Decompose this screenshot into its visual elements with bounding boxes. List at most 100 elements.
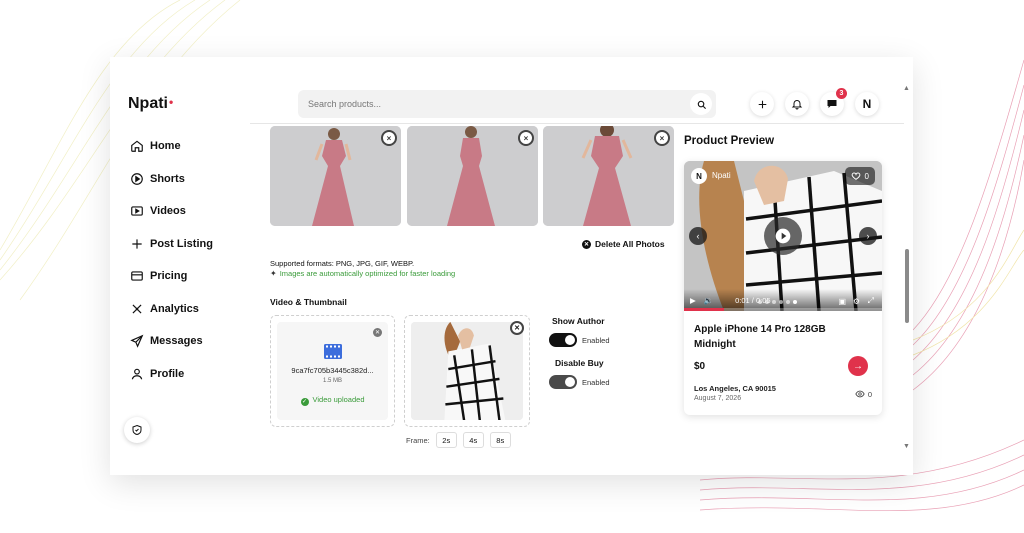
home-icon: [130, 139, 144, 153]
video-upload-status: ✓ Video uploaded: [300, 395, 365, 406]
supported-formats-text: Supported formats: PNG, JPG, GIF, WEBP.: [270, 259, 415, 268]
volume-icon[interactable]: 🔉: [704, 296, 713, 305]
video-progress-fill: [684, 308, 724, 311]
scroll-down-arrow[interactable]: ▼: [903, 443, 910, 450]
sidebar-nav: Home Shorts Videos Post Listing Pricing …: [130, 130, 213, 390]
frame-option-4s[interactable]: 4s: [462, 432, 484, 448]
optimized-text: Images are automatically optimized for f…: [279, 269, 456, 278]
captions-icon[interactable]: ▣: [838, 297, 846, 306]
like-count: 0: [864, 171, 869, 181]
search-icon: [697, 100, 706, 109]
gear-icon[interactable]: ⚙: [853, 297, 860, 306]
thumbnail-box[interactable]: ✕: [404, 315, 530, 427]
sidebar-item-label: Post Listing: [150, 237, 213, 250]
sidebar: Npati• Home Shorts Videos Post Listing P…: [110, 57, 250, 475]
sidebar-item-label: Profile: [150, 367, 185, 380]
sidebar-item-label: Shorts: [150, 172, 185, 185]
like-button[interactable]: 0: [844, 167, 875, 185]
product-photo[interactable]: ×: [270, 126, 401, 226]
sidebar-item-label: Analytics: [150, 302, 199, 315]
sidebar-item-profile[interactable]: Profile: [130, 358, 213, 391]
video-icon: [130, 204, 144, 218]
scroll-up-arrow[interactable]: ▲: [903, 85, 910, 92]
previous-button[interactable]: ‹: [689, 227, 707, 245]
show-author-state: Enabled: [582, 336, 610, 345]
delete-all-photos-button[interactable]: ✕ Delete All Photos: [582, 239, 665, 249]
chevron-left-icon: ‹: [696, 231, 700, 241]
header-divider: [250, 123, 904, 124]
avatar[interactable]: N: [855, 92, 879, 116]
disable-buy-toggle[interactable]: [549, 375, 577, 389]
video-upload-box[interactable]: ✕ 9ca7fc705b3445c382d... 1.5 MB ✓ Video u…: [270, 315, 395, 427]
search-bar: [298, 90, 716, 118]
frame-selector: Frame: 2s 4s 8s: [406, 432, 511, 448]
add-button[interactable]: [750, 92, 774, 116]
product-price: $0: [694, 361, 706, 372]
sidebar-item-label: Videos: [150, 205, 186, 218]
optimized-note: ✦ Images are automatically optimized for…: [270, 269, 455, 278]
sidebar-item-label: Messages: [150, 335, 203, 348]
product-location: Los Angeles, CA 90015: [694, 384, 776, 393]
send-icon: [130, 334, 144, 348]
play-small-icon[interactable]: ▶: [690, 296, 696, 305]
close-icon: ✕: [582, 239, 591, 249]
product-name: Apple iPhone 14 Pro 128GB Midnight: [694, 324, 826, 350]
remove-video-button[interactable]: ✕: [373, 328, 382, 337]
frame-label: Frame:: [406, 435, 430, 445]
sidebar-item-messages[interactable]: Messages: [130, 325, 213, 358]
remove-photo-button[interactable]: ×: [381, 130, 397, 146]
bell-icon: [791, 100, 803, 110]
security-button[interactable]: [124, 417, 150, 443]
sidebar-item-shorts[interactable]: Shorts: [130, 163, 213, 196]
video-player[interactable]: N Npati 0 ‹ › ▶ 🔉 0:01 / 0:05 ▣ ⚙ ⤢: [684, 161, 882, 311]
model-image: [411, 322, 523, 420]
fullscreen-icon[interactable]: ⤢: [868, 296, 874, 306]
plus-icon: [758, 100, 766, 108]
product-photo[interactable]: ×: [543, 126, 674, 226]
sidebar-item-post-listing[interactable]: Post Listing: [130, 228, 213, 261]
scrollbar-thumb[interactable]: [905, 249, 909, 323]
notifications-button[interactable]: [785, 92, 809, 116]
frame-option-8s[interactable]: 8s: [489, 432, 511, 448]
heart-icon: [851, 172, 860, 180]
disable-buy-label: Disable Buy: [555, 358, 604, 368]
search-button[interactable]: [690, 93, 712, 115]
sidebar-item-analytics[interactable]: Analytics: [130, 293, 213, 326]
app-window: Npati• Home Shorts Videos Post Listing P…: [110, 57, 913, 475]
messages-badge: 3: [836, 88, 847, 99]
analytics-icon: [130, 302, 144, 316]
play-button[interactable]: [764, 217, 802, 255]
video-section-title: Video & Thumbnail: [270, 297, 347, 307]
remove-thumbnail-button[interactable]: ✕: [510, 321, 524, 335]
check-icon: ✓: [300, 397, 309, 406]
shield-icon: [132, 424, 142, 436]
sparkle-icon: ✦: [270, 269, 277, 278]
messages-button[interactable]: 3: [820, 88, 847, 116]
card-icon: [130, 269, 144, 283]
sidebar-item-pricing[interactable]: Pricing: [130, 260, 213, 293]
play-icon: [775, 228, 791, 244]
app-logo[interactable]: Npati•: [128, 95, 173, 113]
frame-option-2s[interactable]: 2s: [435, 432, 457, 448]
next-button[interactable]: ›: [859, 227, 877, 245]
carousel-dots: [758, 300, 800, 304]
sidebar-item-videos[interactable]: Videos: [130, 195, 213, 228]
video-progress-bar[interactable]: [684, 308, 882, 311]
sidebar-item-label: Home: [150, 140, 181, 153]
product-date: August 7, 2026: [694, 395, 742, 402]
show-author-label: Show Author: [552, 316, 605, 326]
sidebar-item-home[interactable]: Home: [130, 130, 213, 163]
remove-photo-button[interactable]: ×: [518, 130, 534, 146]
preview-author-name: Npati: [712, 171, 731, 180]
open-product-button[interactable]: →: [848, 356, 868, 376]
product-photo[interactable]: ×: [407, 126, 538, 226]
product-preview-card: N Npati 0 ‹ › ▶ 🔉 0:01 / 0:05 ▣ ⚙ ⤢ Appl…: [684, 161, 882, 415]
show-author-toggle[interactable]: [549, 333, 577, 347]
film-icon: [324, 344, 342, 359]
video-file-size: 1.5 MB: [322, 378, 342, 384]
thumbnail-image: [411, 322, 523, 420]
product-preview-title: Product Preview: [684, 135, 775, 147]
remove-photo-button[interactable]: ×: [654, 130, 670, 146]
user-icon: [130, 367, 144, 381]
search-input[interactable]: [308, 99, 688, 109]
